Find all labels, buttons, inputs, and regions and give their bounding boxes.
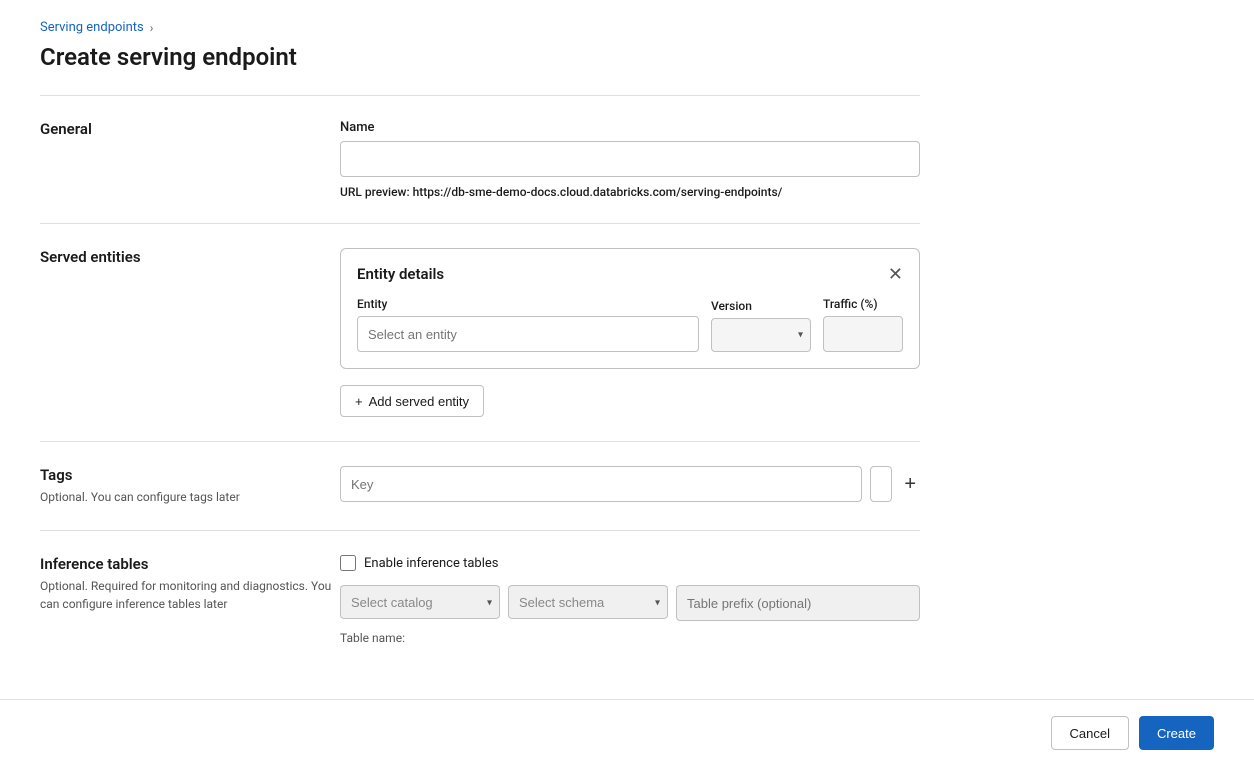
footer-actions: Cancel Create bbox=[0, 700, 1254, 766]
name-label: Name bbox=[340, 120, 920, 135]
url-preview-value: https://db-sme-demo-docs.cloud.databrick… bbox=[413, 185, 783, 199]
version-select[interactable] bbox=[711, 318, 811, 352]
version-select-wrapper: ▾ bbox=[711, 318, 811, 352]
catalog-select[interactable]: Select catalog bbox=[340, 585, 500, 619]
breadcrumb-link[interactable]: Serving endpoints bbox=[40, 20, 144, 35]
entity-fields: Entity Version ▾ Traffic (%) bbox=[357, 297, 903, 352]
cancel-button[interactable]: Cancel bbox=[1051, 716, 1129, 750]
traffic-label: Traffic (%) bbox=[823, 297, 903, 311]
traffic-input[interactable]: 100 bbox=[823, 316, 903, 352]
tags-row: + bbox=[340, 466, 920, 502]
inference-tables-description: Optional. Required for monitoring and di… bbox=[40, 577, 340, 613]
table-name-label: Table name: bbox=[340, 631, 920, 645]
inference-tables-label: Inference tables bbox=[40, 555, 340, 573]
breadcrumb-separator: › bbox=[150, 21, 154, 35]
url-preview: URL preview: https://db-sme-demo-docs.cl… bbox=[340, 185, 920, 199]
tag-value-input[interactable] bbox=[870, 466, 892, 502]
general-section: General Name URL preview: https://db-sme… bbox=[40, 95, 920, 223]
entity-label: Entity bbox=[357, 297, 699, 311]
add-entity-label: Add served entity bbox=[369, 394, 469, 409]
enable-inference-row: Enable inference tables bbox=[340, 555, 920, 571]
page-title: Create serving endpoint bbox=[40, 43, 920, 71]
add-entity-plus-icon: + bbox=[355, 394, 363, 409]
inference-fields: Select catalog ▾ Select schema ▾ bbox=[340, 585, 920, 621]
schema-select-wrapper: Select schema ▾ bbox=[508, 585, 668, 621]
entity-details-card: Entity details ✕ Entity Version bbox=[340, 248, 920, 369]
name-input[interactable] bbox=[340, 141, 920, 177]
general-section-label: General bbox=[40, 120, 340, 138]
served-entities-label: Served entities bbox=[40, 248, 340, 266]
entity-card-header: Entity details ✕ bbox=[357, 265, 903, 283]
add-served-entity-button[interactable]: + Add served entity bbox=[340, 385, 484, 417]
entity-select-input[interactable] bbox=[357, 316, 699, 352]
url-preview-label: URL preview: bbox=[340, 185, 410, 199]
served-entities-section: Served entities Entity details ✕ Entity … bbox=[40, 223, 920, 441]
tag-key-input[interactable] bbox=[340, 466, 862, 502]
version-label: Version bbox=[711, 299, 811, 313]
breadcrumb: Serving endpoints › bbox=[40, 20, 920, 35]
tags-section: Tags Optional. You can configure tags la… bbox=[40, 441, 920, 530]
entity-card-title: Entity details bbox=[357, 265, 444, 283]
tags-section-label: Tags bbox=[40, 466, 340, 484]
inference-tables-section: Inference tables Optional. Required for … bbox=[40, 530, 920, 669]
tags-section-description: Optional. You can configure tags later bbox=[40, 488, 340, 506]
tag-add-button[interactable]: + bbox=[900, 474, 920, 494]
entity-field-traffic: Traffic (%) 100 bbox=[823, 297, 903, 352]
enable-inference-checkbox[interactable] bbox=[340, 555, 356, 571]
catalog-select-wrapper: Select catalog ▾ bbox=[340, 585, 500, 621]
table-prefix-input[interactable] bbox=[676, 585, 920, 621]
entity-close-button[interactable]: ✕ bbox=[888, 265, 903, 283]
entity-field-version: Version ▾ bbox=[711, 299, 811, 352]
create-button[interactable]: Create bbox=[1139, 716, 1214, 750]
enable-inference-label: Enable inference tables bbox=[364, 556, 499, 571]
schema-select[interactable]: Select schema bbox=[508, 585, 668, 619]
entity-field-entity: Entity bbox=[357, 297, 699, 352]
